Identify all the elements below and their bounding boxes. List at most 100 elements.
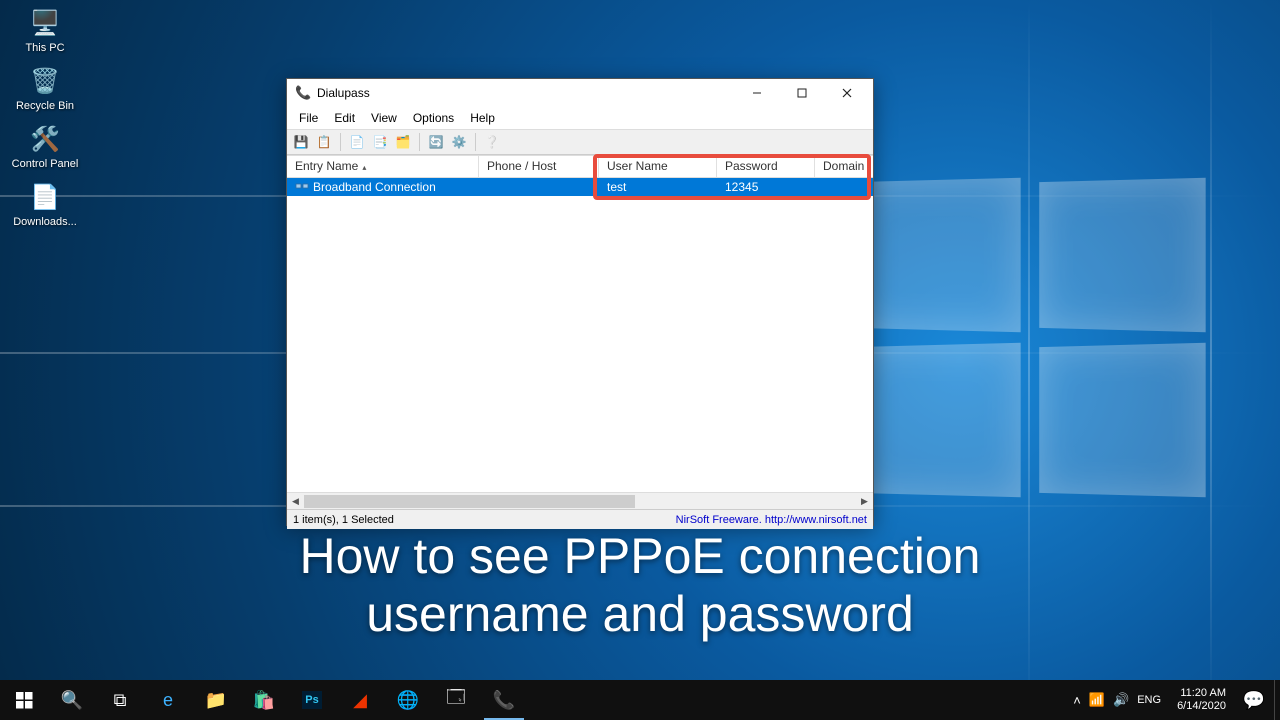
taskbar-store[interactable]: 🛍️ [240,680,288,720]
search-button[interactable]: 🔍 [48,680,96,720]
column-user-name[interactable]: User Name [599,156,717,177]
desktop-icon-this-pc[interactable]: 🖥️ This PC [10,6,80,54]
menu-options[interactable]: Options [405,109,462,127]
toolbar-separator [340,133,341,151]
cell-entry-name: Broadband Connection [287,179,479,196]
menubar: File Edit View Options Help [287,107,873,129]
status-item-count: 1 item(s), 1 Selected [293,514,394,526]
taskbar-dialupass[interactable]: 📞 [480,680,528,720]
edge-icon: e [163,690,173,711]
status-link[interactable]: NirSoft Freeware. http://www.nirsoft.net [676,514,867,526]
toolbar-save-button[interactable]: 💾 [291,132,311,152]
toolbar-about-button[interactable]: ❔ [482,132,502,152]
toolbar-properties-button[interactable]: 📋 [314,132,334,152]
minimize-button[interactable] [734,79,779,107]
desktop-icon-label: Control Panel [10,158,80,170]
chrome-icon: 🌐 [397,690,419,711]
column-password[interactable]: Password [717,156,815,177]
maximize-button[interactable] [779,79,824,107]
horizontal-scrollbar[interactable]: ◀ ▶ [287,492,873,509]
ps-icon: Ps [302,691,321,709]
control-panel-icon: 🛠️ [28,122,62,156]
taskbar-edge[interactable]: e [144,680,192,720]
system-tray: ˄ 📶 🔊 ENG [1065,692,1169,708]
show-desktop-button[interactable] [1274,680,1280,720]
copy-icon: 📑 [373,135,388,149]
desktop-icon-label: This PC [10,42,80,54]
clock-time: 11:20 AM [1177,687,1226,700]
props-icon: 📋 [317,135,332,149]
taskbar-adobe[interactable]: ◢ [336,680,384,720]
sort-asc-icon: ▴ [362,163,366,172]
tray-network-icon[interactable]: 📶 [1089,692,1105,708]
scroll-right-icon[interactable]: ▶ [856,493,873,510]
menu-file[interactable]: File [291,109,326,127]
toolbar-copy-button[interactable]: 📄 [347,132,367,152]
folder-icon: 📁 [205,690,227,711]
dialupass-icon: 📞 [493,690,515,711]
desktop-icons: 🖥️ This PC 🗑️ Recycle Bin 🛠️ Control Pan… [10,6,80,238]
scroll-left-icon[interactable]: ◀ [287,493,304,510]
menu-edit[interactable]: Edit [326,109,363,127]
taskbar-explorer[interactable]: 📁 [192,680,240,720]
titlebar[interactable]: 📞 Dialupass [287,79,873,107]
app-icon: 🗔 [446,685,466,715]
save-icon: 💾 [294,135,309,149]
about-icon: ❔ [485,135,500,149]
close-button[interactable] [824,79,869,107]
toolbar-separator [475,133,476,151]
desktop-icon-recycle-bin[interactable]: 🗑️ Recycle Bin [10,64,80,112]
maximize-icon [797,88,807,98]
task-view-button[interactable]: ⧉ [96,680,144,720]
window-title: Dialupass [317,86,734,100]
action-center-button[interactable]: 💬 [1234,680,1274,720]
cell-domain [815,186,871,188]
taskbar: 🔍 ⧉ e 📁 🛍️ Ps ◢ 🌐 🗔 📞 ˄ 📶 🔊 ENG 11:20 AM… [0,680,1280,720]
find-icon: 🗂️ [396,135,411,149]
taskbar-app1[interactable]: 🗔 [432,680,480,720]
windows-icon [16,692,33,709]
refresh-icon: 🔄 [429,135,444,149]
pdf-icon: 📄 [28,180,62,214]
menu-view[interactable]: View [363,109,405,127]
toolbar: 💾 📋 📄 📑 🗂️ 🔄 ⚙️ ❔ [287,129,873,155]
menu-help[interactable]: Help [462,109,503,127]
pc-icon: 🖥️ [28,6,62,40]
taskbar-clock[interactable]: 11:20 AM 6/14/2020 [1169,687,1234,713]
tray-volume-icon[interactable]: 🔊 [1113,692,1129,708]
toolbar-refresh-button[interactable]: 🔄 [426,132,446,152]
taskbar-chrome[interactable]: 🌐 [384,680,432,720]
toolbar-copy2-button[interactable]: 📑 [370,132,390,152]
copy-icon: 📄 [350,135,365,149]
app-icon: 📞 [295,85,311,101]
cell-password: 12345 [717,179,815,195]
desktop-icon-label: Downloads... [10,216,80,228]
wallpaper-windows-logo [850,180,1220,500]
listview: Entry Name▴ Phone / Host User Name Passw… [287,155,873,509]
adobe-icon: ◢ [353,690,367,711]
desktop-icon-downloads[interactable]: 📄 Downloads... [10,180,80,228]
column-domain[interactable]: Domain [815,156,871,177]
taskbar-photoshop[interactable]: Ps [288,680,336,720]
minimize-icon [752,88,762,98]
start-button[interactable] [0,680,48,720]
search-icon: 🔍 [61,690,83,711]
column-entry-name[interactable]: Entry Name▴ [287,156,479,177]
table-row[interactable]: Broadband Connection test 12345 [287,178,873,196]
listview-header: Entry Name▴ Phone / Host User Name Passw… [287,156,873,178]
scroll-thumb[interactable] [304,495,635,508]
toolbar-options-button[interactable]: ⚙️ [449,132,469,152]
column-phone-host[interactable]: Phone / Host [479,156,599,177]
toolbar-find-button[interactable]: 🗂️ [393,132,413,152]
store-icon: 🛍️ [253,690,275,711]
connection-icon [295,180,309,194]
tray-expand-icon[interactable]: ˄ [1073,693,1081,708]
dialupass-window: 📞 Dialupass File Edit View Options Help … [286,78,874,526]
close-icon [842,88,852,98]
desktop-icon-control-panel[interactable]: 🛠️ Control Panel [10,122,80,170]
options-icon: ⚙️ [452,135,467,149]
tray-language-icon[interactable]: ENG [1137,694,1161,706]
task-view-icon: ⧉ [114,690,127,711]
recycle-icon: 🗑️ [28,64,62,98]
notification-icon: 💬 [1243,690,1265,711]
